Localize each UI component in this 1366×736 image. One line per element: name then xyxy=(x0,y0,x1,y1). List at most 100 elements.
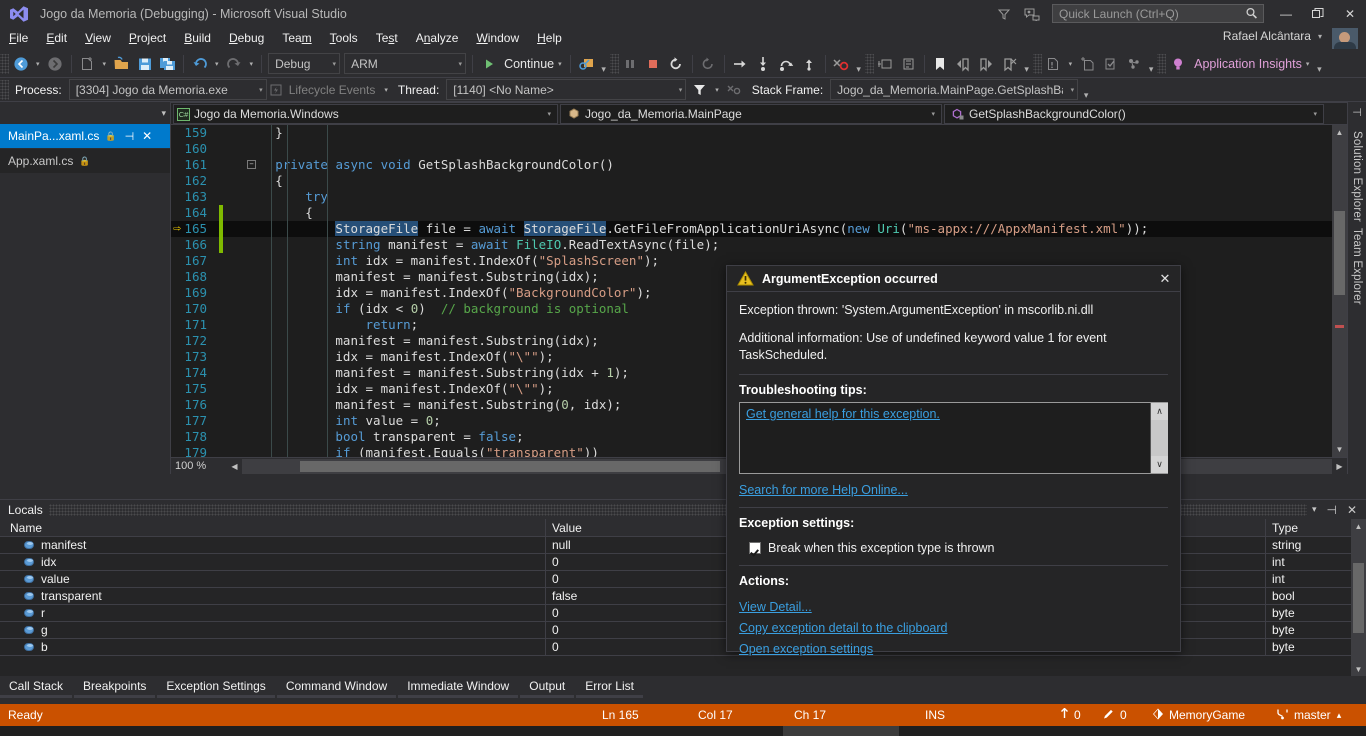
tips-scrollbar[interactable]: ∧ ∨ xyxy=(1150,403,1167,473)
rail-tab-solution-explorer[interactable]: Solution Explorer xyxy=(1351,131,1363,222)
close-button[interactable]: ✕ xyxy=(1334,0,1366,27)
toolbar-grip[interactable] xyxy=(0,54,9,74)
navigate-forward-icon[interactable] xyxy=(44,53,67,75)
code-line[interactable]: 159 } xyxy=(171,125,1332,141)
save-all-icon[interactable] xyxy=(156,53,179,75)
toolbar-grip[interactable] xyxy=(610,54,619,74)
rail-tab-team-explorer[interactable]: Team Explorer xyxy=(1351,228,1363,305)
menu-item-help[interactable]: Help xyxy=(528,27,571,50)
object-browser-icon[interactable] xyxy=(1122,53,1145,75)
locals-name-cell[interactable]: idx xyxy=(0,554,546,570)
bottom-tab-command-window[interactable]: Command Window xyxy=(277,676,396,698)
attach-to-process-icon[interactable] xyxy=(575,53,598,75)
funnel-icon[interactable] xyxy=(688,79,711,101)
restore-button[interactable] xyxy=(1302,0,1334,27)
editor-zoom-level[interactable]: 100 % xyxy=(171,458,227,475)
next-bookmark-icon[interactable] xyxy=(975,53,998,75)
navigate-back-icon[interactable] xyxy=(9,53,32,75)
debugbar-grip[interactable] xyxy=(0,80,9,100)
menu-item-team[interactable]: Team xyxy=(273,27,320,50)
bottom-tab-exception-settings[interactable]: Exception Settings xyxy=(157,676,274,698)
code-line[interactable]: 162 { xyxy=(171,173,1332,189)
code-line[interactable]: 160 xyxy=(171,141,1332,157)
toggle-breakpoints-icon[interactable] xyxy=(830,53,853,75)
undo-dropdown-icon[interactable]: ▾ xyxy=(211,60,223,68)
pin-icon[interactable]: ⊣ xyxy=(1321,503,1341,517)
attach-overflow-icon[interactable]: ▾ xyxy=(598,53,610,75)
break-when-thrown-checkbox[interactable] xyxy=(749,542,761,554)
scroll-up-icon[interactable]: ▲ xyxy=(1351,519,1366,534)
chevron-up-icon[interactable]: ▴ xyxy=(1331,710,1342,721)
feedback-icon[interactable] xyxy=(1018,2,1046,26)
decrease-indent-icon[interactable] xyxy=(897,53,920,75)
break-when-thrown-row[interactable]: Break when this exception type is thrown xyxy=(739,535,1168,555)
status-repo[interactable]: MemoryGame xyxy=(1152,708,1245,723)
locals-vertical-scrollbar[interactable]: ▲ ▼ xyxy=(1351,519,1366,677)
continue-dropdown-icon[interactable]: ▾ xyxy=(554,60,566,68)
toolbar-grip[interactable] xyxy=(865,54,874,74)
scroll-down-icon[interactable]: ▼ xyxy=(1332,442,1347,457)
quick-launch-input[interactable]: Quick Launch (Ctrl+Q) xyxy=(1052,4,1264,23)
solution-platform-select[interactable]: ARM ▾ xyxy=(344,53,466,74)
scrollbar-thumb[interactable] xyxy=(1151,420,1168,458)
bottom-tab-error-list[interactable]: Error List xyxy=(576,676,643,698)
scroll-left-icon[interactable]: ◀ xyxy=(227,459,242,474)
step-into-icon[interactable] xyxy=(752,53,775,75)
menu-item-analyze[interactable]: Analyze xyxy=(407,27,468,50)
bookmark-icon[interactable] xyxy=(929,53,952,75)
scroll-down-icon[interactable]: ∨ xyxy=(1151,456,1168,473)
previous-bookmark-icon[interactable] xyxy=(952,53,975,75)
close-icon[interactable]: ✕ xyxy=(1156,270,1174,288)
pin-icon[interactable]: ⊣ xyxy=(117,130,135,143)
menu-item-project[interactable]: Project xyxy=(120,27,175,50)
menu-item-window[interactable]: Window xyxy=(467,27,528,50)
bottom-tab-immediate-window[interactable]: Immediate Window xyxy=(398,676,518,698)
stack-frame-select[interactable]: Jogo_da_Memoria.MainPage.GetSplashBa ▾ xyxy=(830,79,1078,100)
avatar[interactable] xyxy=(1332,28,1358,49)
process-select[interactable]: [3304] Jogo da Memoria.exe ▾ xyxy=(69,79,267,100)
funnel-dropdown-icon[interactable]: ▾ xyxy=(711,86,723,94)
scrollbar-thumb[interactable] xyxy=(300,461,720,472)
taskbar-window-button[interactable] xyxy=(783,726,899,736)
status-branch[interactable]: master ▴ xyxy=(1276,708,1341,723)
new-item-icon[interactable] xyxy=(76,53,99,75)
error-list-dropdown-icon[interactable]: ▾ xyxy=(1065,60,1077,68)
navbar-type-select[interactable]: Jogo_da_Memoria.MainPage ▾ xyxy=(560,104,942,124)
tools-overflow-icon[interactable]: ▾ xyxy=(1145,53,1157,75)
status-publish[interactable]: 0 xyxy=(1060,708,1081,722)
troubleshooting-tips-box[interactable]: Get general help for this exception. ∧ ∨ xyxy=(739,402,1168,474)
code-line[interactable]: 163 try xyxy=(171,189,1332,205)
open-file-icon[interactable] xyxy=(110,53,133,75)
bookmarks-overflow-icon[interactable]: ▾ xyxy=(1021,53,1033,75)
copy-exception-detail-link[interactable]: Copy exception detail to the clipboard xyxy=(739,614,1168,635)
locals-name-cell[interactable]: g xyxy=(0,622,546,638)
toolbar-grip[interactable] xyxy=(1157,54,1166,74)
clear-bookmarks-icon[interactable] xyxy=(998,53,1021,75)
menu-item-view[interactable]: View xyxy=(76,27,120,50)
toolbar-overflow-icon[interactable]: ▾ xyxy=(1313,53,1325,75)
scroll-up-icon[interactable]: ▲ xyxy=(1332,125,1347,140)
general-help-link[interactable]: Get general help for this exception. xyxy=(746,407,940,421)
scroll-up-icon[interactable]: ∧ xyxy=(1151,403,1168,420)
step-out-icon[interactable] xyxy=(798,53,821,75)
play-icon[interactable] xyxy=(477,53,500,75)
chevron-down-icon[interactable]: ▾ xyxy=(161,108,166,119)
document-tab-appxaml[interactable]: App.xaml.cs 🔒 xyxy=(0,149,170,173)
task-list-icon[interactable] xyxy=(1099,53,1122,75)
navbar-member-select[interactable]: GetSplashBackgroundColor() ▾ xyxy=(944,104,1324,124)
locals-name-cell[interactable]: manifest xyxy=(0,537,546,553)
close-icon[interactable]: ✕ xyxy=(134,129,152,143)
increase-indent-icon[interactable] xyxy=(874,53,897,75)
column-header-name[interactable]: Name xyxy=(0,519,546,536)
locals-name-cell[interactable]: value xyxy=(0,571,546,587)
menu-item-file[interactable]: File xyxy=(0,27,37,50)
close-icon[interactable]: ✕ xyxy=(1342,503,1362,517)
scroll-down-icon[interactable]: ▼ xyxy=(1351,662,1366,677)
menu-item-tools[interactable]: Tools xyxy=(321,27,367,50)
account-menu[interactable]: Rafael Alcântara ▾ xyxy=(1223,29,1322,43)
solution-configuration-select[interactable]: Debug ▾ xyxy=(268,53,340,74)
menu-item-debug[interactable]: Debug xyxy=(220,27,273,50)
thread-select[interactable]: [1140] <No Name> ▾ xyxy=(446,79,686,100)
debugbar-overflow-icon[interactable]: ▾ xyxy=(1080,79,1092,101)
menu-item-test[interactable]: Test xyxy=(367,27,407,50)
